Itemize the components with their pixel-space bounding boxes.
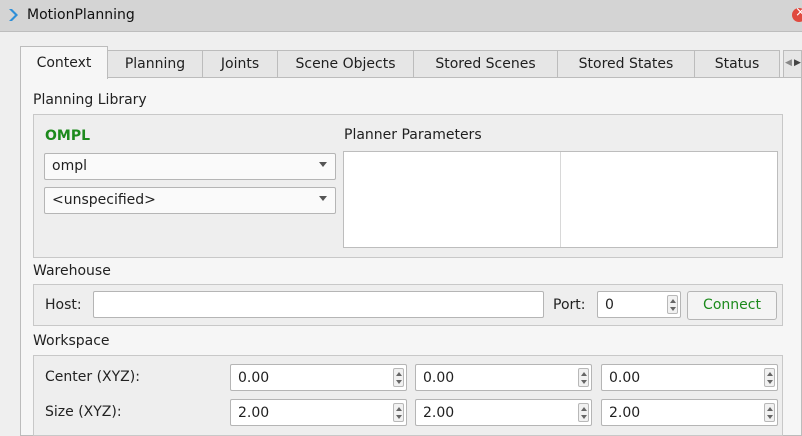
- size-x-stepper[interactable]: 2.00: [230, 399, 407, 426]
- size-y-value: 2.00: [423, 405, 455, 421]
- tab-status[interactable]: Status: [694, 50, 780, 78]
- tab-scroll-buttons[interactable]: ◀ ▶: [783, 50, 802, 78]
- tab-scroll-right-icon[interactable]: ▶: [794, 58, 801, 68]
- chevron-down-icon: [319, 162, 327, 167]
- size-label: Size (XYZ):: [45, 404, 122, 420]
- motion-planning-icon: [9, 9, 18, 21]
- size-z-stepper[interactable]: 2.00: [601, 399, 778, 426]
- spin-arrows-icon[interactable]: [393, 403, 404, 422]
- tab-planning[interactable]: Planning: [107, 50, 203, 78]
- spin-arrows-icon[interactable]: [578, 403, 589, 422]
- host-label: Host:: [45, 297, 82, 313]
- column-divider: [560, 152, 561, 247]
- spin-arrows-icon[interactable]: [764, 368, 775, 387]
- spin-arrows-icon[interactable]: [578, 368, 589, 387]
- chevron-down-icon: [319, 196, 327, 201]
- tab-context[interactable]: Context: [20, 46, 108, 79]
- center-x-stepper[interactable]: 0.00: [230, 364, 407, 391]
- tab-scroll-left-icon[interactable]: ◀: [785, 58, 792, 68]
- warehouse-heading: Warehouse: [33, 263, 111, 279]
- size-x-value: 2.00: [238, 405, 270, 421]
- center-x-value: 0.00: [238, 370, 270, 386]
- center-z-stepper[interactable]: 0.00: [601, 364, 778, 391]
- planning-library-heading: Planning Library: [33, 92, 147, 108]
- center-z-value: 0.00: [609, 370, 641, 386]
- spin-arrows-icon[interactable]: [667, 295, 678, 314]
- tab-joints[interactable]: Joints: [202, 50, 278, 78]
- center-y-stepper[interactable]: 0.00: [415, 364, 592, 391]
- size-y-stepper[interactable]: 2.00: [415, 399, 592, 426]
- tab-bar: Context Planning Joints Scene Objects St…: [20, 46, 802, 79]
- size-z-value: 2.00: [609, 405, 641, 421]
- tab-stored-states[interactable]: Stored States: [557, 50, 695, 78]
- library-name-label: OMPL: [45, 128, 91, 144]
- tab-stored-scenes[interactable]: Stored Scenes: [413, 50, 558, 78]
- title-bar: MotionPlanning: [0, 0, 802, 32]
- center-label: Center (XYZ):: [45, 369, 140, 385]
- workspace-heading: Workspace: [33, 333, 110, 349]
- planner-parameters-label: Planner Parameters: [344, 127, 482, 143]
- window-title: MotionPlanning: [27, 7, 135, 23]
- close-icon[interactable]: [792, 5, 802, 22]
- port-stepper[interactable]: 0: [597, 291, 681, 318]
- port-value: 0: [605, 297, 614, 313]
- planner-select-value: <unspecified>: [52, 192, 156, 208]
- planning-library-select[interactable]: ompl: [44, 153, 336, 180]
- host-input[interactable]: [93, 291, 544, 318]
- planner-parameters-table[interactable]: [343, 151, 778, 248]
- port-label: Port:: [553, 297, 586, 313]
- spin-arrows-icon[interactable]: [764, 403, 775, 422]
- tab-scene-objects[interactable]: Scene Objects: [277, 50, 414, 78]
- connect-button[interactable]: Connect: [687, 291, 777, 320]
- planning-library-select-value: ompl: [52, 158, 87, 174]
- spin-arrows-icon[interactable]: [393, 368, 404, 387]
- center-y-value: 0.00: [423, 370, 455, 386]
- planner-select[interactable]: <unspecified>: [44, 187, 336, 214]
